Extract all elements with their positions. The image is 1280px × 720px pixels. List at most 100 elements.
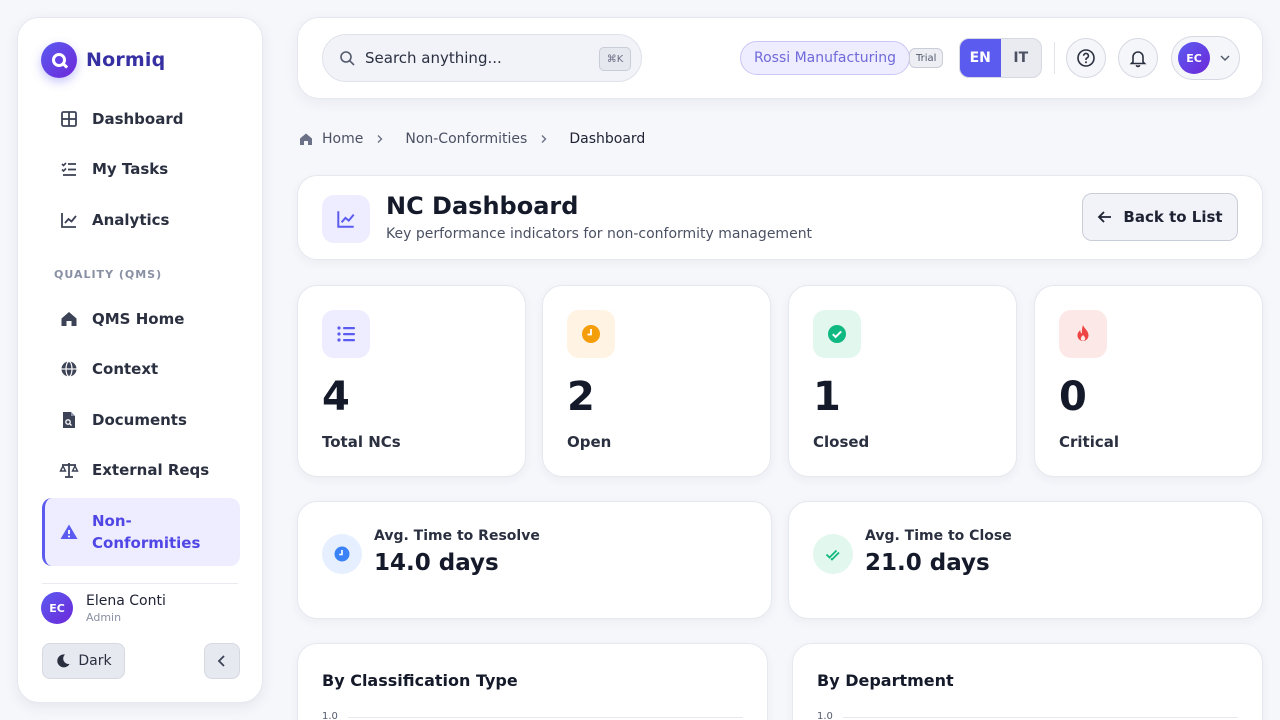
sidebar-item-my-tasks[interactable]: My Tasks (42, 147, 240, 191)
chart-title: By Classification Type (322, 671, 518, 690)
time-value: 14.0 days (374, 550, 499, 576)
clock-icon (322, 534, 362, 574)
sidebar-item-label: Context (92, 360, 159, 378)
user-name: Elena Conti (86, 592, 166, 609)
stat-value: 2 (567, 374, 595, 420)
profile-menu-button[interactable]: EC (1171, 36, 1240, 80)
user-role: Admin (86, 610, 122, 624)
brand[interactable]: Normiq (41, 42, 165, 78)
language-it-button[interactable]: IT (1001, 39, 1042, 77)
avatar: EC (41, 592, 73, 624)
breadcrumb-current: Dashboard (569, 131, 646, 147)
stat-card-total: 4 Total NCs (297, 285, 526, 477)
time-label: Avg. Time to Resolve (374, 528, 540, 544)
sidebar-item-non-conformities[interactable]: Non- Conformities (42, 498, 240, 566)
y-tick-label: 1.0 (817, 711, 833, 720)
top-bar: Search anything... ⌘K Rossi Manufacturin… (297, 17, 1263, 99)
dark-mode-label: Dark (78, 653, 112, 669)
warning-icon (60, 524, 78, 539)
breadcrumb-home[interactable]: Home (322, 131, 363, 147)
stat-card-closed: 1 Closed (788, 285, 1017, 477)
plan-badge: Trial (909, 48, 944, 68)
y-tick-label: 1.0 (322, 711, 338, 720)
sidebar-item-label: My Tasks (92, 160, 169, 178)
stat-card-open: 2 Open (542, 285, 771, 477)
chart-line-icon (61, 213, 77, 228)
page-title: NC Dashboard (386, 192, 579, 220)
moon-icon (57, 654, 70, 668)
bell-icon (1129, 51, 1147, 68)
time-label: Avg. Time to Close (865, 528, 1012, 544)
chart-line-icon (322, 195, 370, 243)
scale-icon (59, 463, 79, 478)
chevron-right-icon (539, 134, 557, 144)
fire-icon (1059, 310, 1107, 358)
sidebar-item-label: Analytics (92, 211, 170, 229)
sidebar-item-label: Dashboard (92, 110, 184, 128)
checklist-icon (61, 162, 76, 176)
double-check-icon (813, 534, 853, 574)
chart-gridline (843, 717, 1238, 718)
grid-icon (61, 111, 77, 127)
page-subtitle: Key performance indicators for non-confo… (386, 226, 813, 242)
dark-mode-button[interactable]: Dark (42, 643, 125, 679)
sidebar: Normiq Dashboard My Tasks Analytics QUAL… (17, 17, 263, 703)
sidebar-item-analytics[interactable]: Analytics (42, 198, 240, 242)
breadcrumb-section[interactable]: Non-Conformities (405, 131, 527, 147)
collapse-sidebar-button[interactable] (204, 643, 240, 679)
chart-card-department: By Department 1.0 (792, 643, 1263, 720)
help-button[interactable] (1066, 38, 1106, 78)
organization-pill[interactable]: Rossi Manufacturing (740, 41, 910, 75)
sidebar-item-dashboard[interactable]: Dashboard (42, 97, 240, 141)
home-icon (300, 133, 312, 145)
chevron-right-icon (375, 134, 393, 144)
chart-card-classification: By Classification Type 1.0 (297, 643, 768, 720)
brand-logo-icon (41, 42, 77, 78)
arrow-left-icon (1098, 211, 1112, 223)
brand-name: Normiq (86, 49, 166, 71)
sidebar-item-external-reqs[interactable]: External Reqs (42, 448, 240, 492)
stat-label: Critical (1059, 433, 1120, 451)
stat-label: Open (567, 433, 612, 451)
list-icon (322, 310, 370, 358)
stat-label: Total NCs (322, 433, 401, 451)
chart-gridline (348, 717, 743, 718)
nav-section-quality: QUALITY (QMS) (54, 268, 163, 281)
home-icon (61, 312, 77, 326)
topbar-divider (1054, 42, 1055, 74)
stat-card-critical: 0 Critical (1034, 285, 1263, 477)
help-icon (1077, 49, 1095, 67)
sidebar-user[interactable]: EC Elena Conti Admin (41, 592, 166, 624)
avg-time-close-card: Avg. Time to Close 21.0 days (788, 501, 1263, 619)
breadcrumb: Home Non-Conformities Dashboard (298, 131, 645, 147)
time-value: 21.0 days (865, 550, 990, 576)
chevron-left-icon (217, 655, 225, 667)
sidebar-item-context[interactable]: Context (42, 347, 240, 391)
stat-value: 4 (322, 374, 350, 420)
stat-label: Closed (813, 433, 870, 451)
clock-icon (567, 310, 615, 358)
notifications-button[interactable] (1118, 38, 1158, 78)
document-icon (63, 412, 75, 428)
sidebar-item-documents[interactable]: Documents (42, 398, 240, 442)
language-en-button[interactable]: EN (960, 39, 1001, 77)
sidebar-item-qms-home[interactable]: QMS Home (42, 297, 240, 341)
search-input[interactable]: Search anything... ⌘K (322, 34, 642, 82)
back-to-list-button[interactable]: Back to List (1082, 193, 1238, 241)
avatar: EC (1178, 42, 1210, 74)
language-switcher: EN IT (959, 38, 1042, 78)
search-placeholder: Search anything... (365, 49, 502, 67)
back-to-list-label: Back to List (1123, 208, 1223, 226)
sidebar-divider (42, 583, 238, 584)
sidebar-item-label: Documents (92, 411, 187, 429)
chart-title: By Department (817, 671, 954, 690)
sidebar-item-label: QMS Home (92, 310, 185, 328)
stat-value: 0 (1059, 374, 1087, 420)
search-shortcut: ⌘K (599, 47, 631, 71)
sidebar-item-label: Non- Conformities (92, 512, 201, 552)
avg-time-resolve-card: Avg. Time to Resolve 14.0 days (297, 501, 772, 619)
chevron-down-icon (1220, 55, 1230, 62)
check-circle-icon (813, 310, 861, 358)
globe-icon (61, 360, 77, 378)
page-header: NC Dashboard Key performance indicators … (297, 175, 1263, 260)
